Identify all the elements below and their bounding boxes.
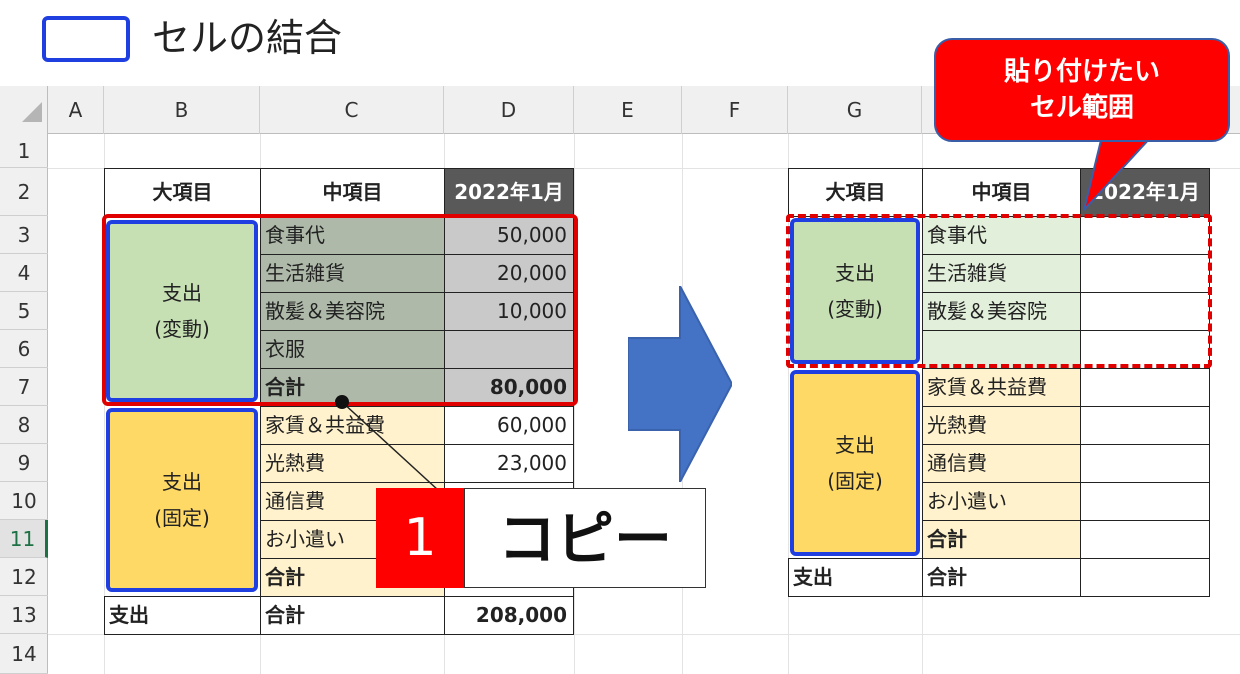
row-header-8[interactable]: 8 (0, 406, 48, 444)
arrow-right-icon (628, 286, 732, 482)
target-fixed-total-label[interactable]: 合計 (922, 520, 1081, 559)
row-header-6[interactable]: 6 (0, 330, 48, 368)
target-item-value[interactable] (1080, 482, 1210, 521)
merged-label-line1: 支出 (835, 433, 875, 457)
column-header-c[interactable]: C (260, 86, 444, 134)
column-header-e[interactable]: E (574, 86, 682, 134)
row-header-11[interactable]: 11 (0, 520, 48, 558)
target-item-name[interactable]: 通信費 (922, 444, 1081, 483)
paste-range-callout: 貼り付けたい セル範囲 (934, 38, 1230, 142)
row-header-13[interactable]: 13 (0, 596, 48, 634)
source-header-middle[interactable]: 中項目 (260, 168, 445, 217)
target-item-value[interactable] (1080, 368, 1210, 407)
row-header-12[interactable]: 12 (0, 558, 48, 596)
row-header-4[interactable]: 4 (0, 254, 48, 292)
row-header-5[interactable]: 5 (0, 292, 48, 330)
source-header-month[interactable]: 2022年1月 (444, 168, 574, 217)
row-header-14[interactable]: 14 (0, 634, 48, 674)
target-item-value[interactable] (1080, 444, 1210, 483)
column-header-g[interactable]: G (788, 86, 922, 134)
target-header-middle[interactable]: 中項目 (922, 168, 1081, 217)
callout-line2: セル範囲 (1029, 93, 1134, 123)
paste-range-highlight (786, 214, 1212, 368)
column-header-a[interactable]: A (48, 86, 104, 134)
source-grand-label[interactable]: 支出 (104, 596, 261, 635)
row-header-7[interactable]: 7 (0, 368, 48, 406)
merge-legend-label: セルの結合 (152, 16, 343, 60)
target-item-value[interactable] (1080, 406, 1210, 445)
source-grand-middle[interactable]: 合計 (260, 596, 445, 635)
target-grand-middle[interactable]: 合計 (922, 558, 1081, 597)
target-fixed-total-value[interactable] (1080, 520, 1210, 559)
target-grand-value[interactable] (1080, 558, 1210, 597)
merge-legend-swatch (42, 16, 130, 62)
source-grand-value[interactable]: 208,000 (444, 596, 574, 635)
callout-pointer-icon (1083, 136, 1154, 211)
select-all-triangle-icon (22, 102, 42, 122)
target-grand-label[interactable]: 支出 (788, 558, 923, 597)
row-header-2[interactable]: 2 (0, 168, 48, 216)
copy-range-highlight (102, 214, 578, 406)
merged-label-line2: (固定) (827, 469, 883, 493)
column-header-f[interactable]: F (682, 86, 788, 134)
merged-label-line1: 支出 (162, 470, 202, 494)
target-header-major[interactable]: 大項目 (788, 168, 923, 217)
pointer-line-icon (335, 395, 439, 491)
column-header-d[interactable]: D (444, 86, 574, 134)
row-header-1[interactable]: 1 (0, 134, 48, 168)
row-header-10[interactable]: 10 (0, 482, 48, 520)
step-number-badge: 1 (376, 488, 464, 588)
target-item-name[interactable]: お小遣い (922, 482, 1081, 521)
target-merged-fixed-cell[interactable]: 支出 (固定) (790, 370, 920, 556)
column-header-b[interactable]: B (104, 86, 260, 134)
source-merged-fixed-cell[interactable]: 支出 (固定) (106, 408, 258, 592)
step-label: コピー (464, 488, 706, 588)
row-header-3[interactable]: 3 (0, 216, 48, 254)
source-header-major[interactable]: 大項目 (104, 168, 261, 217)
merged-label-line2: (固定) (154, 506, 210, 530)
callout-line1: 貼り付けたい (1003, 57, 1160, 87)
target-item-name[interactable]: 家賃＆共益費 (922, 368, 1081, 407)
target-item-name[interactable]: 光熱費 (922, 406, 1081, 445)
row-header-9[interactable]: 9 (0, 444, 48, 482)
